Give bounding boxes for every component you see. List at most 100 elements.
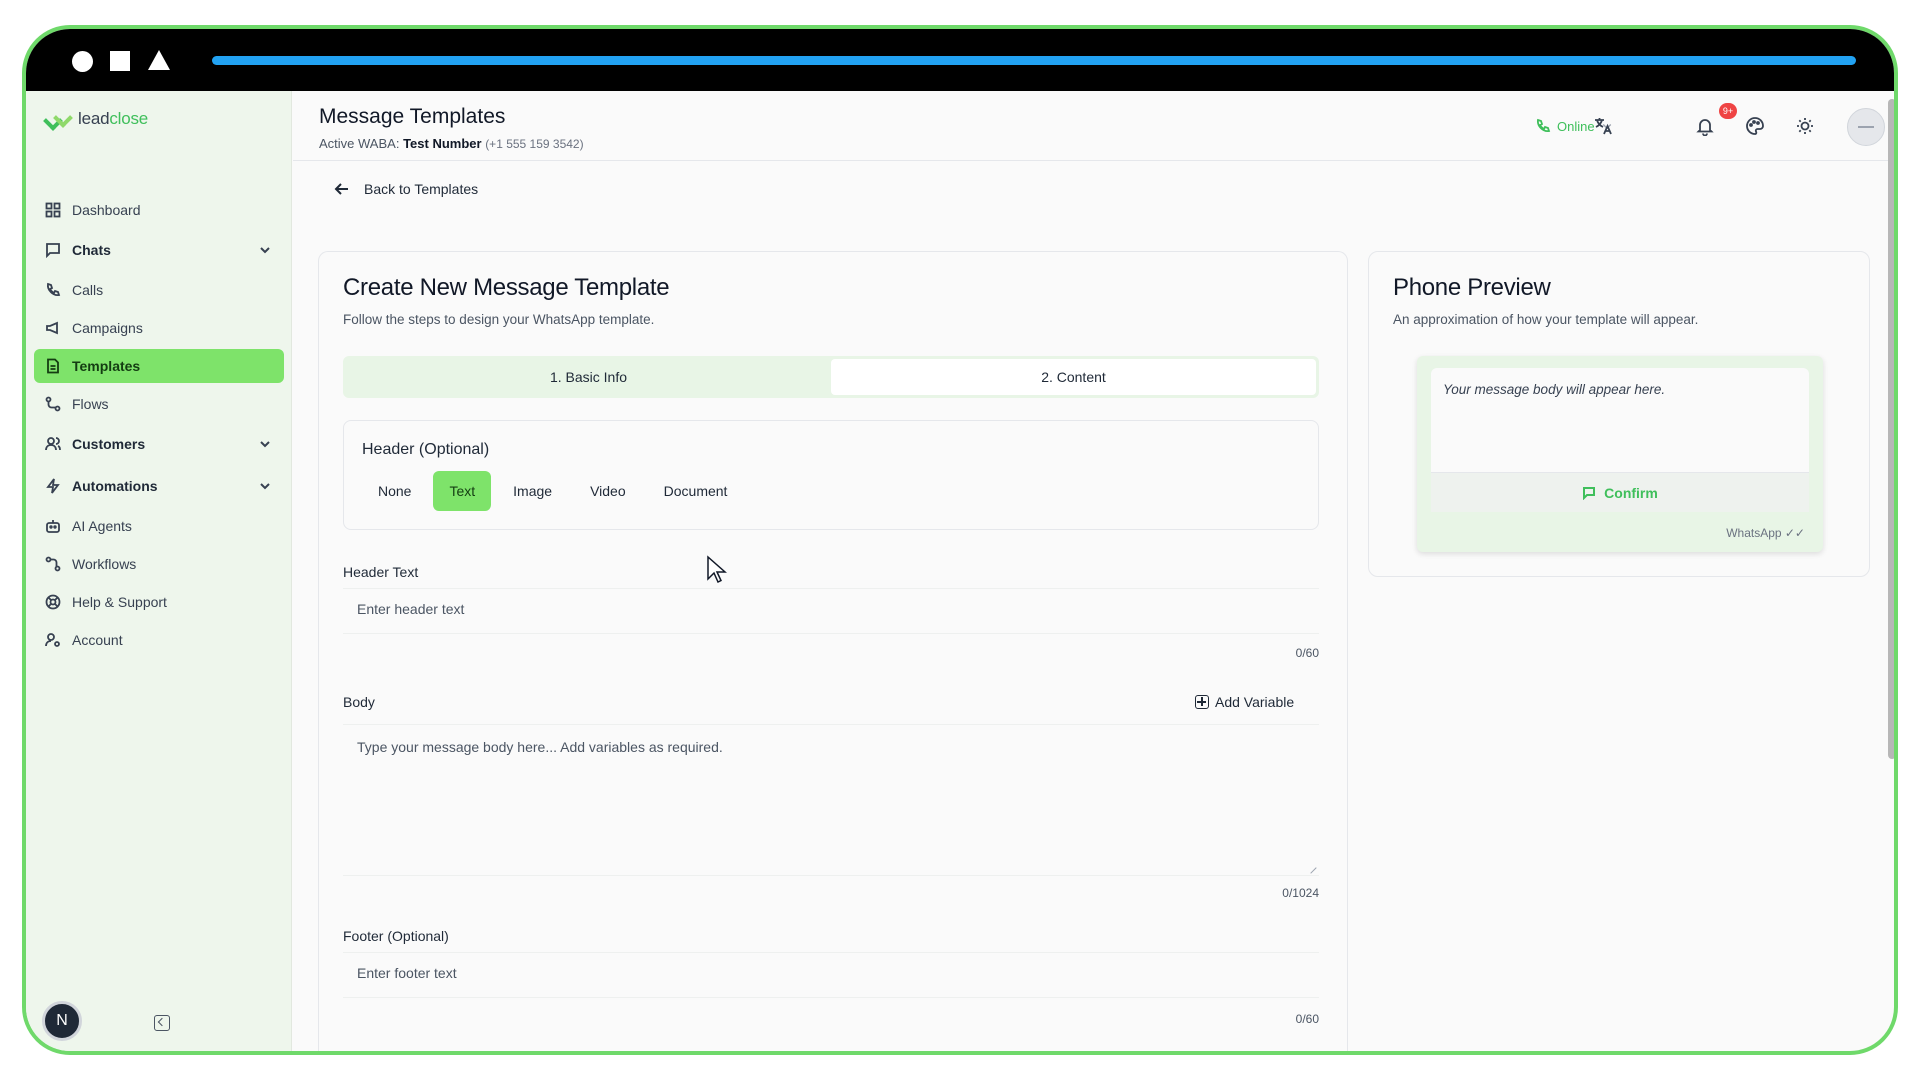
dashboard-icon — [44, 201, 62, 219]
phone-icon — [1537, 118, 1551, 132]
chevron-down-icon[interactable] — [258, 479, 272, 496]
header-option-document[interactable]: Document — [648, 471, 744, 511]
lightning-icon — [44, 477, 62, 495]
create-template-card: Create New Message Template Follow the s… — [318, 251, 1348, 1055]
workflow-icon — [44, 555, 62, 573]
logo-mark-icon — [44, 110, 72, 128]
arrow-left-icon — [334, 183, 348, 195]
lifebuoy-icon — [44, 593, 62, 611]
active-waba: Active WABA: Test Number (+1 555 159 354… — [319, 136, 584, 151]
notification-badge: 9+ — [1719, 103, 1737, 119]
next-section-box — [343, 1052, 1319, 1055]
tab-basic-info[interactable]: 1. Basic Info — [346, 359, 831, 395]
triangle-icon — [148, 50, 170, 70]
chat-icon — [44, 241, 62, 259]
header-text-input[interactable]: Enter header text — [343, 588, 1319, 634]
sidebar-item-flows[interactable]: Flows — [34, 387, 284, 421]
sidebar-item-help-support[interactable]: Help & Support — [34, 585, 284, 619]
sidebar-item-label: Flows — [72, 396, 109, 412]
add-variable-label: Add Variable — [1215, 694, 1295, 710]
sidebar-item-ai-agents[interactable]: AI Agents — [34, 509, 284, 543]
page-header: Message Templates Active WABA: Test Numb… — [293, 91, 1894, 161]
circle-icon — [72, 51, 93, 72]
page-title: Message Templates — [319, 105, 506, 128]
sidebar-item-label: Automations — [72, 478, 158, 494]
sidebar-item-calls[interactable]: Calls — [34, 273, 284, 307]
profile-avatar[interactable] — [1847, 108, 1885, 146]
footer-text-input[interactable]: Enter footer text — [343, 952, 1319, 998]
sidebar-item-workflows[interactable]: Workflows — [34, 547, 284, 581]
phone-preview-card: Phone Preview An approximation of how yo… — [1368, 251, 1870, 577]
plus-square-icon — [1195, 695, 1209, 709]
preview-title: Phone Preview — [1393, 274, 1551, 301]
header-option-none[interactable]: None — [362, 471, 427, 511]
sidebar-item-dashboard[interactable]: Dashboard — [34, 193, 284, 227]
header-text-counter: 0/60 — [1295, 646, 1319, 660]
logo[interactable]: leadclose — [44, 109, 148, 129]
sidebar-item-label: Templates — [72, 358, 141, 374]
waba-name: Test Number — [403, 136, 482, 151]
sidebar-item-automations[interactable]: Automations — [34, 467, 284, 505]
scrollbar[interactable] — [1888, 99, 1894, 759]
preview-subtitle: An approximation of how your template wi… — [1393, 312, 1699, 327]
confirm-button[interactable]: Confirm — [1431, 472, 1809, 512]
add-variable-button[interactable]: Add Variable — [1195, 694, 1294, 710]
sidebar-item-chats[interactable]: Chats — [34, 231, 284, 269]
back-to-templates-link[interactable]: Back to Templates — [334, 181, 478, 197]
header-option-image[interactable]: Image — [497, 471, 568, 511]
header-type-options: None Text Image Video Document — [362, 471, 743, 511]
header-option-text[interactable]: Text — [433, 471, 492, 511]
chevron-down-icon[interactable] — [258, 437, 272, 454]
top-bar — [26, 29, 1894, 91]
megaphone-icon — [44, 319, 62, 337]
progress-bar — [212, 56, 1856, 65]
users-icon — [44, 435, 62, 453]
translate-icon[interactable] — [1593, 116, 1613, 136]
collapse-sidebar-icon[interactable] — [154, 1015, 170, 1031]
header-section-label: Header (Optional) — [362, 441, 490, 458]
square-icon — [110, 51, 130, 71]
header-option-video[interactable]: Video — [574, 471, 642, 511]
tab-content[interactable]: 2. Content — [831, 359, 1316, 395]
sidebar-item-label: Workflows — [72, 556, 137, 572]
header-text-label: Header Text — [343, 564, 419, 580]
message-bubble: Your message body will appear here. — [1431, 368, 1809, 472]
palette-icon[interactable] — [1745, 116, 1765, 136]
footer-counter: 0/60 — [1295, 1012, 1319, 1026]
mouse-cursor-icon — [707, 555, 727, 584]
sidebar: leadclose Dashboard Chats Calls Campaign… — [26, 91, 292, 1051]
robot-icon — [44, 517, 62, 535]
sidebar-item-templates[interactable]: Templates — [34, 349, 284, 383]
form-title: Create New Message Template — [343, 274, 670, 301]
sidebar-item-account[interactable]: Account — [34, 623, 284, 657]
sidebar-item-campaigns[interactable]: Campaigns — [34, 311, 284, 345]
logo-text-lead: lead — [78, 109, 110, 128]
status-label: Online — [1557, 118, 1595, 134]
waba-phone: (+1 555 159 3542) — [485, 137, 584, 151]
sidebar-item-label: Dashboard — [72, 202, 141, 218]
chevron-down-icon[interactable] — [258, 243, 272, 260]
footer-label: Footer (Optional) — [343, 928, 449, 944]
sidebar-item-customers[interactable]: Customers — [34, 425, 284, 463]
sun-icon[interactable] — [1795, 116, 1815, 136]
sidebar-item-label: Campaigns — [72, 320, 143, 336]
whatsapp-tag: WhatsApp ✓✓ — [1726, 526, 1805, 540]
message-icon — [1583, 486, 1596, 500]
form-subtitle: Follow the steps to design your WhatsApp… — [343, 312, 655, 327]
body-label: Body — [343, 694, 375, 710]
file-icon — [44, 357, 62, 375]
waba-label: Active WABA: — [319, 136, 400, 151]
logo-text-close: close — [109, 109, 149, 128]
sidebar-item-label: Chats — [72, 242, 111, 258]
phone-icon — [44, 281, 62, 299]
back-link-label: Back to Templates — [364, 181, 479, 197]
sidebar-item-label: Calls — [72, 282, 104, 298]
body-textarea[interactable]: Type your message body here... Add varia… — [343, 724, 1319, 876]
phone-mockup: Your message body will appear here. Conf… — [1417, 356, 1823, 552]
sidebar-item-label: Account — [72, 632, 123, 648]
sidebar-nav: Dashboard Chats Calls Campaigns Template… — [34, 193, 284, 661]
body-counter: 0/1024 — [1282, 886, 1319, 900]
flow-icon — [44, 395, 62, 413]
user-avatar[interactable]: N — [42, 1001, 82, 1041]
bell-icon[interactable] — [1695, 116, 1715, 137]
